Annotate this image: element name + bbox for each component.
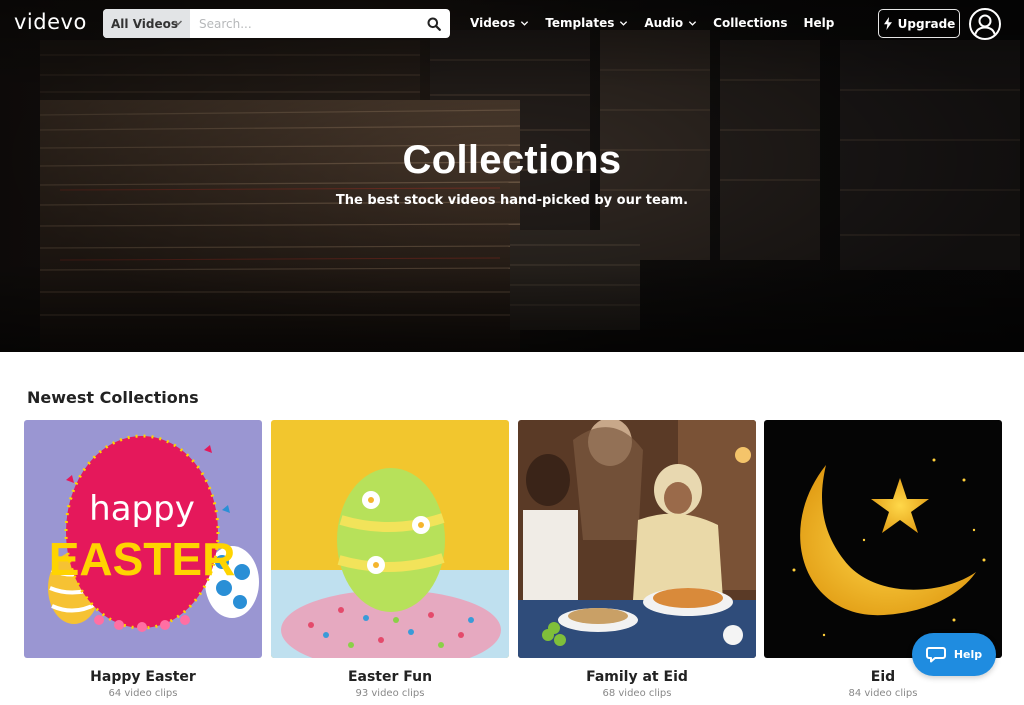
nav-templates[interactable]: Templates — [545, 16, 628, 30]
chevron-down-icon — [620, 20, 628, 26]
collection-card-happy-easter[interactable]: happy EASTER Happy Easter 64 video clips — [24, 420, 262, 699]
chevron-down-icon — [521, 20, 529, 26]
collection-thumbnail[interactable] — [271, 420, 509, 658]
collection-clip-count: 64 video clips — [108, 688, 178, 699]
nav-videos-label: Videos — [470, 16, 516, 30]
hero-banner: Collections The best stock videos hand-p… — [0, 0, 1024, 352]
videvo-logo[interactable]: videvo — [14, 10, 87, 34]
collection-clip-count: 68 video clips — [602, 688, 672, 699]
collection-card-easter-fun[interactable]: Easter Fun 93 video clips — [271, 420, 509, 699]
search-icon — [427, 17, 441, 31]
collection-clip-count: 93 video clips — [355, 688, 425, 699]
collection-title[interactable]: Easter Fun — [271, 669, 509, 685]
search-input[interactable] — [190, 9, 418, 38]
collection-thumbnail[interactable]: happy EASTER — [24, 420, 262, 658]
nav-help[interactable]: Help — [803, 16, 834, 30]
collection-clip-count: 84 video clips — [848, 688, 918, 699]
nav-templates-label: Templates — [545, 16, 615, 30]
user-avatar[interactable] — [969, 8, 1001, 40]
nav-collections[interactable]: Collections — [713, 16, 787, 30]
page-subtitle: The best stock videos hand-picked by our… — [335, 193, 689, 208]
lightning-icon — [883, 17, 892, 30]
upgrade-button[interactable]: Upgrade — [878, 9, 960, 38]
nav-audio[interactable]: Audio — [644, 16, 697, 30]
chevron-down-icon — [689, 20, 697, 26]
collection-card-family-at-eid[interactable]: Family at Eid 68 video clips — [518, 420, 756, 699]
collection-thumbnail[interactable] — [764, 420, 1002, 658]
thumb-text-happy: happy — [89, 489, 195, 529]
main-menu: Videos Templates Audio Collections Help — [470, 16, 850, 30]
collection-title[interactable]: Happy Easter — [24, 669, 262, 685]
help-chat-button[interactable]: Help — [912, 633, 996, 676]
collection-thumbnail[interactable] — [518, 420, 756, 658]
search-category-select[interactable]: All Videos — [103, 9, 190, 38]
help-chat-label: Help — [953, 648, 983, 661]
nav-videos[interactable]: Videos — [470, 16, 529, 30]
search-bar: All Videos — [103, 9, 450, 38]
nav-audio-label: Audio — [644, 16, 684, 30]
chat-bubble-icon — [925, 647, 946, 663]
top-navigation: videvo All Videos Videos Templates Audio… — [0, 0, 1024, 48]
chevron-down-icon — [173, 20, 183, 26]
user-icon — [974, 14, 996, 37]
section-title: Newest Collections — [27, 388, 199, 407]
page-title: Collections — [402, 138, 622, 182]
collection-title[interactable]: Family at Eid — [518, 669, 756, 685]
upgrade-label: Upgrade — [897, 16, 956, 31]
nav-collections-label: Collections — [713, 16, 788, 30]
search-category-label: All Videos — [111, 16, 178, 31]
collection-card-eid[interactable]: Eid 84 video clips — [764, 420, 1002, 699]
nav-help-label: Help — [803, 16, 835, 30]
thumb-text-easter: EASTER — [49, 533, 236, 585]
search-button[interactable] — [418, 9, 450, 38]
